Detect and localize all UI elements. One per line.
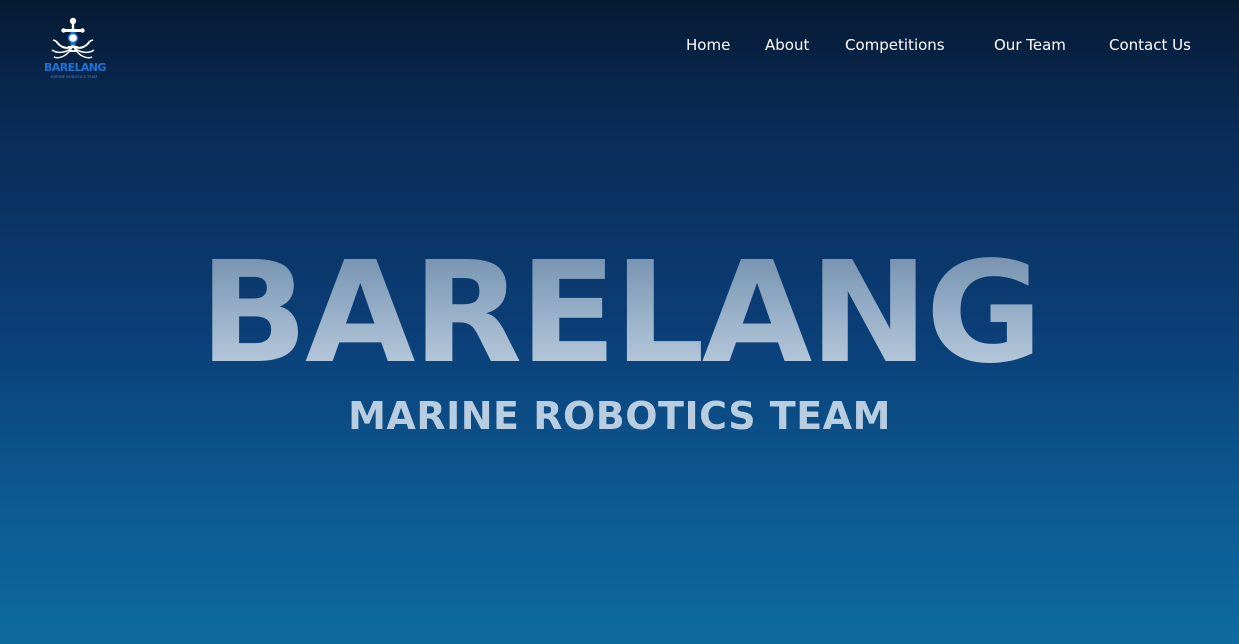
nav-competitions[interactable]: Competitions: [845, 35, 945, 55]
nav-about[interactable]: About: [765, 35, 809, 55]
logo-subtitle: MARINE ROBOTICS TEAM: [50, 75, 98, 79]
nav-home[interactable]: Home: [686, 35, 730, 55]
main-navigation: Home About Competitions Our Team Contact…: [0, 35, 1239, 57]
hero-subtitle: MARINE ROBOTICS TEAM: [348, 394, 891, 438]
nav-our-team[interactable]: Our Team: [994, 35, 1066, 55]
site-header: BARELANG MARINE ROBOTICS TEAM Home About…: [0, 0, 1239, 100]
nav-contact-us[interactable]: Contact Us: [1109, 35, 1191, 55]
hero-title: BARELANG: [0, 238, 1239, 390]
logo-title: BARELANG: [44, 61, 106, 74]
